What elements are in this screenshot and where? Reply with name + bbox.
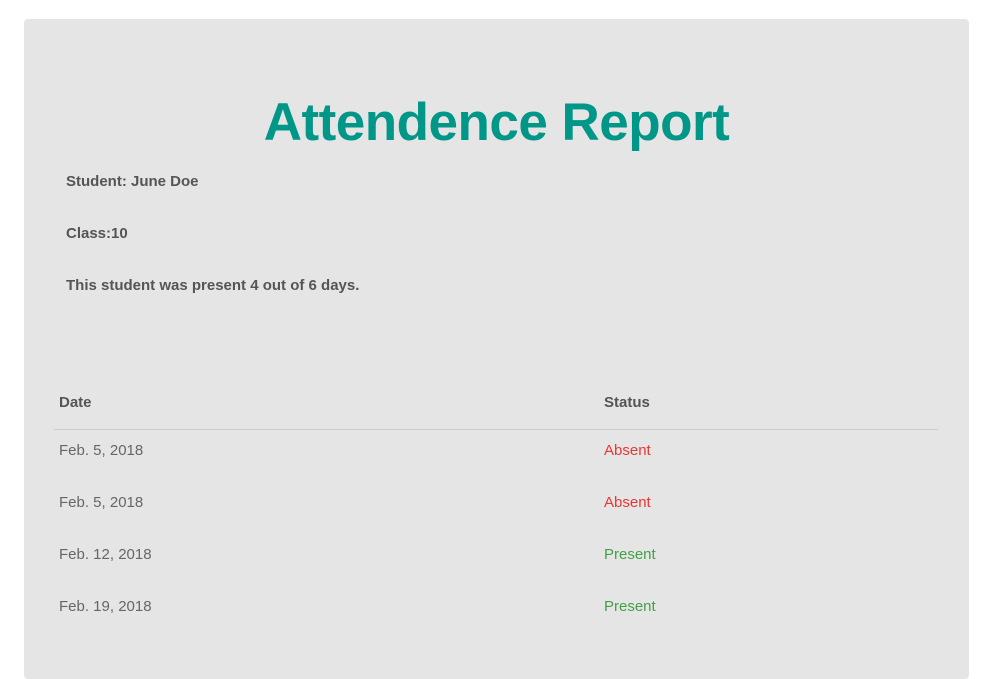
table-row: Feb. 12, 2018 Present: [54, 534, 938, 586]
report-card: Attendence Report Student: June Doe Clas…: [24, 19, 969, 679]
row-date: Feb. 5, 2018: [59, 494, 144, 511]
row-status: Present: [604, 598, 656, 615]
table-row: Feb. 5, 2018 Absent: [54, 482, 938, 534]
column-header-date: Date: [59, 394, 92, 411]
student-name: Student: June Doe: [66, 173, 199, 190]
row-status: Absent: [604, 494, 651, 511]
row-status: Absent: [604, 442, 651, 459]
table-row: Feb. 19, 2018 Present: [54, 586, 938, 638]
table-header-row: Date Status: [54, 384, 938, 430]
student-class: Class:10: [66, 225, 128, 242]
page-title: Attendence Report: [263, 93, 730, 152]
attendance-summary: This student was present 4 out of 6 days…: [66, 277, 360, 294]
column-header-status: Status: [604, 394, 650, 411]
row-date: Feb. 19, 2018: [59, 598, 152, 615]
row-status: Present: [604, 546, 656, 563]
row-date: Feb. 5, 2018: [59, 442, 144, 459]
attendance-table: Date Status Feb. 5, 2018 Absent Feb. 5, …: [54, 384, 938, 638]
table-row: Feb. 5, 2018 Absent: [54, 430, 938, 482]
row-date: Feb. 12, 2018: [59, 546, 152, 563]
